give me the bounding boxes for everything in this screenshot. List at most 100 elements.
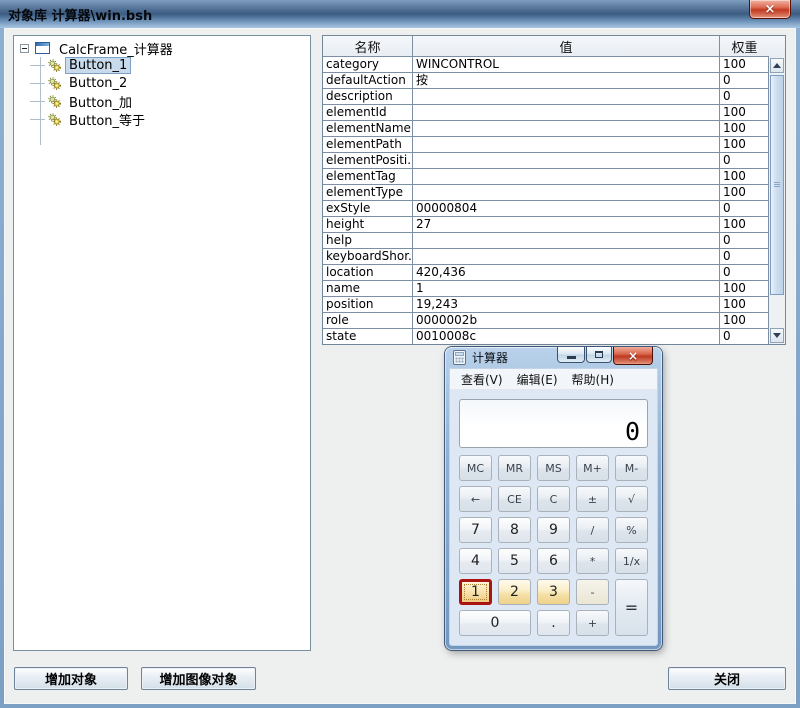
close-icon: × xyxy=(628,349,638,363)
triangle-up-icon xyxy=(773,63,781,68)
calc-key-1[interactable]: 1 xyxy=(459,579,492,605)
table-row[interactable]: height27100 xyxy=(323,217,769,233)
table-row[interactable]: elementTag100 xyxy=(323,169,769,185)
calc-key-.[interactable]: . xyxy=(537,610,570,636)
tree-item-Button_等于: Button_等于 xyxy=(14,110,310,128)
minimize-button[interactable] xyxy=(557,347,585,363)
calc-key-/[interactable]: / xyxy=(576,517,609,543)
calc-key-4[interactable]: 4 xyxy=(459,548,492,574)
table-row[interactable]: elementType100 xyxy=(323,185,769,201)
column-header-weight: 权重 xyxy=(720,36,769,57)
table-row[interactable]: categoryWINCONTROL100 xyxy=(323,57,769,73)
calc-key-√[interactable]: √ xyxy=(615,486,648,512)
minimize-icon xyxy=(567,356,576,359)
menu-item[interactable]: 帮助(H) xyxy=(565,370,621,389)
scroll-up-button[interactable] xyxy=(770,58,784,73)
calc-key-+[interactable]: + xyxy=(576,610,609,636)
calc-key-M-[interactable]: M- xyxy=(615,455,648,481)
menu-item[interactable]: 查看(V) xyxy=(454,370,510,389)
table-row[interactable]: defaultAction按0 xyxy=(323,73,769,89)
table-cell: 100 xyxy=(720,313,769,329)
table-row[interactable]: role0000002b100 xyxy=(323,313,769,329)
calc-key-=[interactable]: = xyxy=(615,579,648,636)
table-cell: 0 xyxy=(720,89,769,105)
table-row[interactable]: elementPath 100 xyxy=(323,137,769,153)
table-row[interactable]: elementName100 xyxy=(323,121,769,137)
menu-item[interactable]: 编辑(E) xyxy=(510,370,565,389)
calculator-title: 计算器 xyxy=(472,349,508,366)
close-icon: × xyxy=(765,2,776,17)
calc-key-8[interactable]: 8 xyxy=(498,517,531,543)
table-row[interactable]: exStyle000008040 xyxy=(323,201,769,217)
window-frame-icon xyxy=(35,42,50,54)
table-cell: 100 xyxy=(720,137,769,153)
table-row[interactable]: help0 xyxy=(323,233,769,249)
calc-key-5[interactable]: 5 xyxy=(498,548,531,574)
tree-children: Button_1Button_2Button_加Button_等于 xyxy=(14,56,310,128)
calc-key--[interactable]: - xyxy=(576,579,609,605)
table-scrollbar[interactable] xyxy=(768,57,785,344)
calc-key-6[interactable]: 6 xyxy=(537,548,570,574)
calculator-close-button[interactable]: × xyxy=(613,347,653,365)
table-cell: 100 xyxy=(720,121,769,137)
table-cell: 19,243 xyxy=(413,297,720,313)
calc-key-CE[interactable]: CE xyxy=(498,486,531,512)
maximize-button[interactable] xyxy=(586,347,612,363)
tree-item-label[interactable]: Button_1 xyxy=(65,57,131,74)
table-cell xyxy=(413,169,720,185)
table-row[interactable]: name1100 xyxy=(323,281,769,297)
calc-key-7[interactable]: 7 xyxy=(459,517,492,543)
table-cell: 100 xyxy=(720,281,769,297)
table-row[interactable]: keyboardShor...0 xyxy=(323,249,769,265)
table-row[interactable]: description0 xyxy=(323,89,769,105)
table-cell xyxy=(413,249,720,265)
table-row[interactable]: state0010008c0 xyxy=(323,329,769,344)
calc-key-C[interactable]: C xyxy=(537,486,570,512)
calc-key-2[interactable]: 2 xyxy=(498,579,531,605)
add-image-object-button[interactable]: 增加图像对象 xyxy=(141,667,256,690)
calc-key-±[interactable]: ± xyxy=(576,486,609,512)
calc-key-*[interactable]: * xyxy=(576,548,609,574)
object-tree-panel: CalcFrame_计算器 Button_1Button_2Button_加Bu… xyxy=(13,35,311,651)
calc-key-MR[interactable]: MR xyxy=(498,455,531,481)
table-cell: 0 xyxy=(720,153,769,169)
scroll-down-button[interactable] xyxy=(770,328,784,343)
calculator-client-area: 查看(V)编辑(E)帮助(H) 0 MCMRMSM+M- ←CEC±√ 789/% 4… xyxy=(449,368,658,646)
table-row[interactable]: position19,243100 xyxy=(323,297,769,313)
column-header-name: 名称 xyxy=(323,36,413,57)
table-cell: WINCONTROL xyxy=(413,57,720,73)
add-object-button[interactable]: 增加对象 xyxy=(14,667,128,690)
window-titlebar: 对象库 计算器\win.bsh × xyxy=(0,0,800,28)
calc-key-0[interactable]: 0 xyxy=(459,610,531,636)
table-row[interactable]: elementPositi...0 xyxy=(323,153,769,169)
tree-item-label[interactable]: Button_2 xyxy=(65,75,131,92)
table-cell: defaultAction xyxy=(323,73,413,89)
calc-key-3[interactable]: 3 xyxy=(537,579,570,605)
table-cell: elementPath xyxy=(323,137,413,153)
tree-collapse-icon[interactable] xyxy=(20,44,29,53)
table-cell: 100 xyxy=(720,105,769,121)
window-close-button[interactable]: × xyxy=(749,0,791,19)
tree-connector xyxy=(30,65,45,66)
table-row[interactable]: location420,4360 xyxy=(323,265,769,281)
calculator-display: 0 xyxy=(459,399,648,448)
calc-key-M+[interactable]: M+ xyxy=(576,455,609,481)
close-dialog-button[interactable]: 关闭 xyxy=(668,667,786,690)
calc-key-MS[interactable]: MS xyxy=(537,455,570,481)
table-row[interactable]: elementId100 xyxy=(323,105,769,121)
calc-key-←[interactable]: ← xyxy=(459,486,492,512)
table-cell: 0000002b xyxy=(413,313,720,329)
component-icon xyxy=(48,95,61,108)
scrollbar-thumb[interactable] xyxy=(770,75,784,295)
calc-key-MC[interactable]: MC xyxy=(459,455,492,481)
dialog-content: CalcFrame_计算器 Button_1Button_2Button_加Bu… xyxy=(4,28,796,704)
calc-key-%[interactable]: % xyxy=(615,517,648,543)
table-cell: 100 xyxy=(720,297,769,313)
tree-item-label[interactable]: Button_等于 xyxy=(65,109,149,130)
calc-key-1/x[interactable]: 1/x xyxy=(615,548,648,574)
component-icon xyxy=(48,113,61,126)
table-cell: role xyxy=(323,313,413,329)
table-cell: position xyxy=(323,297,413,313)
table-cell: 420,436 xyxy=(413,265,720,281)
calc-key-9[interactable]: 9 xyxy=(537,517,570,543)
